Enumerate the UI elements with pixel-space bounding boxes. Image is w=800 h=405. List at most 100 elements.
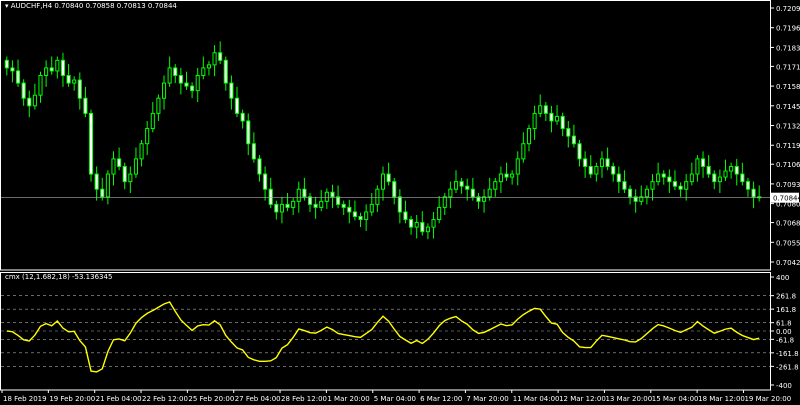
candle [470, 188, 475, 198]
candle [628, 188, 633, 198]
candle [717, 176, 722, 183]
candle [83, 97, 88, 114]
candle [740, 173, 745, 183]
candle [302, 188, 307, 198]
candle [487, 188, 492, 198]
time-tick-label: 13 Mar 20:00 [605, 395, 652, 403]
price-tick-label: 0.71580 [776, 83, 800, 91]
candle [588, 165, 593, 175]
price-tick-label: 0.70420 [776, 259, 800, 267]
price-tick-label: 0.71190 [776, 142, 800, 150]
candle [161, 82, 167, 99]
candle [583, 158, 588, 167]
candle [257, 158, 262, 175]
candle [611, 165, 616, 175]
price-tick-label: 0.70680 [776, 220, 800, 228]
candle [672, 181, 678, 187]
candle [555, 115, 560, 122]
candle [229, 82, 234, 99]
candle [453, 181, 459, 190]
candle [150, 112, 155, 130]
candle [246, 120, 251, 145]
candle [139, 143, 144, 160]
candle [274, 203, 279, 213]
candle [605, 158, 610, 167]
time-tick-label: 11 Mar 04:00 [513, 395, 560, 403]
candle [32, 94, 37, 107]
candle [549, 112, 554, 122]
candle [616, 173, 621, 183]
candle [420, 222, 425, 233]
time-tick-label: 21 Feb 04:00 [96, 395, 142, 403]
candle [190, 85, 195, 92]
candle [678, 185, 683, 190]
candle [465, 185, 470, 190]
candle [49, 67, 54, 72]
indicator-tick-label: -161.8 [776, 350, 799, 358]
candle [201, 67, 206, 76]
candle [268, 188, 273, 205]
candle [88, 112, 94, 175]
indicator-tick-label: 0.00 [776, 328, 792, 336]
time-tick-label: 6 Mar 12:00 [420, 395, 462, 403]
candle [656, 173, 661, 183]
candle [66, 74, 71, 84]
candle [661, 173, 666, 178]
candle [234, 97, 240, 114]
candle [543, 105, 548, 114]
candle [206, 64, 211, 69]
candle [745, 181, 751, 190]
current-price-label: 0.70844 [773, 195, 800, 203]
indicator-tick-label: -400 [776, 382, 792, 390]
candle [493, 181, 498, 190]
dropdown-arrow-icon[interactable]: ▾ [5, 2, 9, 10]
candle [27, 97, 32, 107]
candle [380, 173, 386, 190]
price-tick-label: 0.71965 [776, 25, 800, 33]
price-tick-label: 0.70935 [776, 181, 800, 189]
candle [712, 173, 717, 183]
candle [599, 158, 605, 167]
candle [498, 173, 503, 183]
candle [701, 158, 706, 167]
candle [72, 79, 77, 84]
candle [448, 188, 453, 198]
candle [375, 188, 380, 205]
price-tick-label: 0.72095 [776, 5, 800, 13]
candle [577, 143, 582, 160]
time-tick-label: 5 Mar 04:00 [374, 395, 416, 403]
candle [21, 82, 26, 99]
candle [397, 196, 402, 213]
candle [100, 188, 105, 198]
candle [538, 105, 543, 114]
indicator-tick-label: 261.8 [776, 293, 796, 301]
candle [459, 181, 464, 187]
candle [515, 158, 520, 175]
candle [392, 181, 397, 198]
candle [364, 211, 369, 221]
candle [734, 165, 739, 175]
candle [684, 181, 689, 190]
candle [167, 67, 172, 84]
candle [105, 173, 110, 198]
candle [729, 165, 734, 172]
price-tick-label: 0.70550 [776, 239, 800, 247]
candle [117, 158, 122, 167]
indicator-tick-label: -261.8 [776, 363, 799, 371]
candle [4, 59, 9, 69]
time-tick-label: 25 Feb 20:00 [188, 395, 234, 403]
indicator-line [6, 301, 760, 373]
time-tick-label: 18 Feb 2019 [3, 395, 47, 403]
chart-canvas[interactable]: 0.72095 0.71965 0.71835 0.71710 0.71580 0.714… [0, 0, 800, 405]
candle [437, 206, 442, 221]
time-tick-label: 7 Mar 20:00 [466, 395, 508, 403]
candle [414, 222, 419, 228]
candle [667, 176, 672, 183]
candle [347, 206, 352, 213]
candle [263, 173, 268, 190]
candle [650, 181, 655, 190]
candle [403, 211, 408, 221]
candle [695, 158, 700, 175]
time-tick-label: 1 Mar 20:00 [327, 395, 369, 403]
candle [60, 59, 65, 76]
